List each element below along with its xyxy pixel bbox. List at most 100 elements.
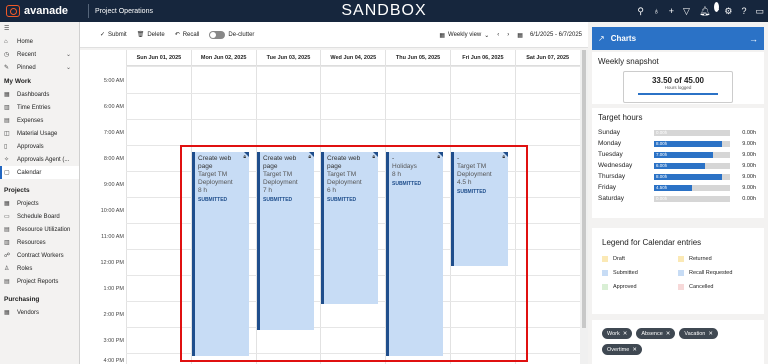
projects-icon: ▦: [4, 201, 10, 207]
time-label: 6:00 AM: [103, 104, 124, 110]
notifications-icon[interactable]: 🔔︎ 1: [699, 1, 720, 17]
sidebar-item-home[interactable]: ⌂ Home: [0, 35, 79, 48]
time-entry-event[interactable]: 🔒︎ Create web page Target TM Deployment …: [192, 152, 249, 356]
sidebar-item-vendors[interactable]: ▦ Vendors: [0, 306, 79, 319]
logo-icon: [6, 5, 20, 17]
hamburger-menu-icon[interactable]: ☰: [0, 22, 79, 35]
undo-icon: ↶: [174, 32, 180, 38]
next-week-icon[interactable]: ›: [507, 32, 509, 38]
target-hours-row: Saturday 0.00h 0.00h: [592, 193, 764, 204]
filter-chip[interactable]: Vacation ✕: [679, 328, 718, 339]
sidebar-item-roles[interactable]: ♙ Roles: [0, 262, 79, 275]
app-name[interactable]: Project Operations: [95, 8, 153, 15]
declutter-toggle[interactable]: De-clutter: [209, 30, 254, 39]
time-label: 12:00 PM: [100, 260, 124, 266]
lock-icon: 🔒︎: [437, 154, 440, 160]
sidebar-item-approvals-agent[interactable]: ✧ Approvals Agent (...: [0, 153, 79, 166]
sidebar-item-calendar[interactable]: ▢ Calendar: [0, 166, 79, 179]
close-icon[interactable]: ✕: [708, 331, 713, 337]
chevron-down-icon[interactable]: ⌄: [66, 51, 71, 58]
legend-swatch: [602, 284, 608, 290]
time-entry-event[interactable]: 🔒︎ - Holidays 8 h SUBMITTED: [386, 152, 443, 356]
charts-panel: ↗ Charts → Weekly snapshot 33.50 of 45.0…: [588, 22, 768, 364]
settings-gear-icon[interactable]: ⚙: [724, 6, 732, 17]
target-hours-value: 9.00h: [742, 140, 756, 147]
time-label: 2:00 PM: [103, 312, 124, 318]
sidebar-item-pinned[interactable]: ✎ Pinned ⌄: [0, 61, 79, 74]
calendar-toolbar: ✓ Submit 🗑︎ Delete ↶ Recall De-clutter ▦ Wee…: [80, 22, 588, 48]
time-entry-event[interactable]: 🔒︎ Create web page Target TM Deployment …: [321, 152, 378, 304]
delete-button[interactable]: 🗑︎ Delete: [136, 31, 165, 39]
sidebar-item-resource-utilization[interactable]: ▤ Resource Utilization: [0, 223, 79, 236]
sidebar-item-projects[interactable]: ▦ Projects: [0, 197, 79, 210]
roles-icon: ♙: [4, 266, 10, 272]
filter-chip[interactable]: Absence ✕: [636, 328, 676, 339]
day-header: Thu Jun 05, 2025: [385, 50, 450, 65]
arrow-right-icon[interactable]: →: [749, 34, 758, 44]
sidebar-item-approvals[interactable]: ▯ Approvals: [0, 140, 79, 153]
avanade-logo[interactable]: avanade: [0, 5, 88, 17]
sidebar-item-resources[interactable]: ▥ Resources: [0, 236, 79, 249]
sidebar: ☰ ⌂ Home ◷ Recent ⌄ ✎ Pinned ⌄ My Work ▦ Dashb…: [0, 22, 80, 364]
sidebar-item-schedule-board[interactable]: ▭ Schedule Board: [0, 210, 79, 223]
filter-chip[interactable]: Work ✕: [602, 328, 633, 339]
legend-card: Legend for Calendar entries Draft Returne…: [592, 228, 764, 314]
previous-week-icon[interactable]: ‹: [497, 32, 499, 38]
close-icon[interactable]: ✕: [632, 347, 637, 353]
document-icon: ▯: [4, 144, 8, 150]
sidebar-item-project-reports[interactable]: ▤ Project Reports: [0, 275, 79, 288]
filter-chip[interactable]: Overtime ✕: [602, 344, 642, 355]
dashboard-icon: ▦: [4, 92, 10, 98]
hours-bar-fill: 8.00h: [654, 173, 722, 180]
add-icon[interactable]: +: [669, 6, 674, 16]
snapshot-progress-bar: [637, 93, 719, 95]
time-label: 5:00 AM: [103, 78, 124, 84]
calendar-icon: ▦: [439, 32, 446, 39]
date-range-picker[interactable]: ▦ 6/1/2025 - 6/7/2025: [517, 32, 582, 39]
charts-header[interactable]: ↗ Charts →: [592, 27, 764, 50]
chat-icon[interactable]: ▭: [755, 6, 764, 17]
sidebar-item-contract-workers[interactable]: ☍ Contract Workers: [0, 249, 79, 262]
close-icon[interactable]: ✕: [666, 331, 671, 337]
day-header: Sun Jun 01, 2025: [126, 50, 191, 65]
search-icon[interactable]: ⚲: [637, 6, 644, 17]
time-entry-event[interactable]: 🔒︎ - Target TM Deployment 4.5 h SUBMITTE…: [451, 152, 508, 266]
day-label: Sunday: [598, 129, 621, 136]
trash-icon: 🗑︎: [136, 32, 145, 38]
day-header: Fri Jun 06, 2025: [449, 50, 515, 65]
sidebar-item-dashboards[interactable]: ▦ Dashboards: [0, 88, 79, 101]
hours-bar: 6.00h: [654, 162, 730, 169]
filter-icon[interactable]: ▽: [683, 6, 690, 17]
legend-swatch: [602, 256, 608, 262]
hours-bar: 8.00h: [654, 173, 730, 180]
chevron-down-icon[interactable]: ⌄: [66, 64, 71, 71]
close-icon[interactable]: ✕: [623, 331, 628, 337]
lightbulb-icon[interactable]: ♁: [653, 6, 660, 16]
hours-bar: 4.50h: [654, 184, 730, 191]
legend-swatch: [678, 256, 684, 262]
sidebar-item-expenses[interactable]: ▤ Expenses: [0, 114, 79, 127]
time-label: 11:00 AM: [101, 234, 124, 240]
day-header: Sat Jun 07, 2025: [514, 50, 580, 65]
recall-button[interactable]: ↶ Recall: [174, 31, 200, 39]
target-hours-card: Target hours Sunday 0.00h 0.00h Monday 8.00h…: [592, 108, 764, 218]
submit-button[interactable]: ✓ Submit: [100, 31, 127, 39]
time-entry-event[interactable]: 🔒︎ Create web page Target TM Deployment …: [257, 152, 314, 330]
chart-icon: ↗: [598, 34, 605, 43]
header-divider: [88, 4, 89, 18]
home-icon: ⌂: [4, 38, 8, 45]
toggle-switch[interactable]: [209, 30, 226, 39]
sidebar-item-time-entries[interactable]: ▥ Time Entries: [0, 101, 79, 114]
calendar-scrollbar[interactable]: [580, 50, 588, 364]
hours-logged-label: Hours logged: [664, 85, 692, 90]
view-selector[interactable]: ▦ Weekly view ⌄: [439, 32, 489, 39]
sidebar-item-material-usage[interactable]: ◫ Material Usage: [0, 127, 79, 140]
legend-item: Returned: [678, 256, 754, 262]
calendar-icon: ▢: [4, 170, 10, 176]
weekly-snapshot-card: Weekly snapshot 33.50 of 45.00 Hours log…: [592, 52, 764, 104]
scrollbar-thumb[interactable]: [582, 50, 586, 328]
help-icon[interactable]: ?: [741, 6, 746, 16]
time-label: 8:00 AM: [103, 156, 124, 162]
sidebar-item-recent[interactable]: ◷ Recent ⌄: [0, 48, 79, 61]
top-bar: avanade Project Operations SANDBOX ⚲ ♁ +…: [0, 0, 768, 22]
